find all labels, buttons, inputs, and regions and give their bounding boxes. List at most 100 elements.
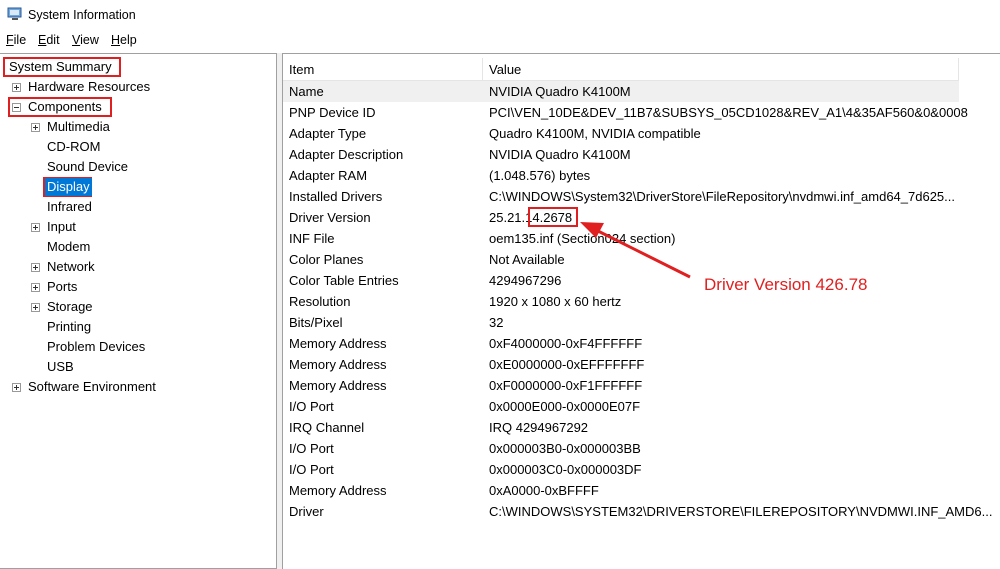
tree-item-network[interactable]: Network: [0, 258, 270, 276]
cell-item: I/O Port: [289, 399, 334, 414]
cell-item: I/O Port: [289, 441, 334, 456]
cell-item: Memory Address: [289, 483, 387, 498]
table-row[interactable]: Adapter Type Quadro K4100M, NVIDIA compat…: [283, 123, 959, 144]
table-row[interactable]: Adapter Description NVIDIA Quadro K4100M: [283, 144, 959, 165]
tree-item-usb[interactable]: USB: [0, 358, 270, 376]
system-information-icon: [7, 7, 22, 20]
cell-item: Adapter Type: [289, 126, 367, 141]
cell-item: I/O Port: [289, 462, 334, 477]
cell-item: Installed Drivers: [289, 189, 383, 204]
cell-item: Memory Address: [289, 336, 387, 351]
column-header-item[interactable]: Item: [289, 62, 314, 77]
cell-value: 0xE0000000-0xEFFFFFFF: [489, 357, 645, 372]
tree-item-components[interactable]: Components: [0, 98, 270, 116]
cell-item: Name: [289, 84, 324, 99]
tree-item-multimedia[interactable]: Multimedia: [0, 118, 270, 136]
cell-item: Driver: [289, 504, 324, 519]
tree-item-input[interactable]: Input: [0, 218, 270, 236]
table-row[interactable]: Driver C:\WINDOWS\SYSTEM32\DRIVERSTORE\FI…: [283, 501, 992, 522]
table-row[interactable]: Memory Address 0xE0000000-0xEFFFFFFF: [283, 354, 959, 375]
cell-item: Memory Address: [289, 378, 387, 393]
tree-item-hardware-resources[interactable]: Hardware Resources: [0, 78, 270, 96]
collapse-icon[interactable]: [12, 103, 21, 112]
table-row[interactable]: I/O Port 0x000003B0-0x000003BB: [283, 438, 959, 459]
table-row[interactable]: INF File oem135.inf (Section024 section): [283, 228, 959, 249]
cell-item: Driver Version: [289, 210, 371, 225]
cell-value: 4294967296: [489, 273, 562, 288]
expand-icon[interactable]: [12, 83, 21, 92]
cell-value: (1.048.576) bytes: [489, 168, 591, 183]
table-row[interactable]: Installed Drivers C:\WINDOWS\System32\Dri…: [283, 186, 959, 207]
expand-icon[interactable]: [12, 383, 21, 392]
cell-value: C:\WINDOWS\System32\DriverStore\FileRepo…: [489, 189, 955, 204]
cell-item: Color Planes: [289, 252, 364, 267]
tree-item-modem[interactable]: Modem: [0, 238, 270, 256]
cell-value: Quadro K4100M, NVIDIA compatible: [489, 126, 701, 141]
tree-item-ports[interactable]: Ports: [0, 278, 270, 296]
cell-value: Not Available: [489, 252, 565, 267]
expand-icon[interactable]: [31, 283, 40, 292]
tree-item-sound-device[interactable]: Sound Device: [0, 158, 270, 176]
cell-value: 0x000003B0-0x000003BB: [489, 441, 641, 456]
cell-item: Resolution: [289, 294, 351, 309]
cell-value: 0x0000E000-0x0000E07F: [489, 399, 641, 414]
table-row[interactable]: Name NVIDIA Quadro K4100M: [283, 81, 959, 102]
table-row[interactable]: Adapter RAM (1.048.576) bytes: [283, 165, 959, 186]
expand-icon[interactable]: [31, 303, 40, 312]
menu-bar: File Edit View Help: [0, 30, 1000, 50]
table-row[interactable]: Color Planes Not Available: [283, 249, 959, 270]
tree-item-software-environment[interactable]: Software Environment: [0, 378, 270, 396]
expand-icon[interactable]: [31, 263, 40, 272]
annotation-label: Driver Version 426.78: [704, 275, 868, 294]
menu-help[interactable]: Help: [111, 33, 137, 47]
cell-value: NVIDIA Quadro K4100M: [489, 147, 631, 162]
tree-item-printing[interactable]: Printing: [0, 318, 270, 336]
cell-value: PCI\VEN_10DE&DEV_11B7&SUBSYS_05CD1028&RE…: [489, 105, 968, 120]
column-divider[interactable]: [482, 58, 483, 80]
cell-item: Color Table Entries: [289, 273, 399, 288]
cell-value: C:\WINDOWS\SYSTEM32\DRIVERSTORE\FILEREPO…: [489, 504, 993, 519]
cell-item: PNP Device ID: [289, 105, 376, 120]
tree-item-display[interactable]: Display: [0, 178, 270, 196]
table-row[interactable]: PNP Device ID PCI\VEN_10DE&DEV_11B7&SUBSY…: [283, 102, 968, 123]
table-row[interactable]: Memory Address 0xF0000000-0xF1FFFFFF: [283, 375, 959, 396]
table-row[interactable]: I/O Port 0x0000E000-0x0000E07F: [283, 396, 959, 417]
tree-item-cd-rom[interactable]: CD-ROM: [0, 138, 270, 156]
cell-item: INF File: [289, 231, 335, 246]
cell-item: Memory Address: [289, 357, 387, 372]
table-row[interactable]: Memory Address 0xF4000000-0xF4FFFFFF: [283, 333, 959, 354]
table-row[interactable]: IRQ Channel IRQ 4294967292: [283, 417, 959, 438]
expand-icon[interactable]: [31, 123, 40, 132]
category-tree[interactable]: System Summary Hardware Resources Compon…: [0, 53, 277, 569]
tree-item-storage[interactable]: Storage: [0, 298, 270, 316]
cell-value: 32: [489, 315, 504, 330]
menu-file[interactable]: File: [6, 33, 26, 47]
cell-value: 0xF0000000-0xF1FFFFFF: [489, 378, 643, 393]
column-header-value[interactable]: Value: [489, 62, 521, 77]
menu-edit[interactable]: Edit: [38, 33, 60, 47]
highlight-box-driver-version: [528, 207, 578, 227]
cell-value: IRQ 4294967292: [489, 420, 589, 435]
cell-value: 1920 x 1080 x 60 hertz: [489, 294, 622, 309]
window-title: System Information: [28, 8, 136, 22]
cell-value: oem135.inf (Section024 section): [489, 231, 676, 246]
menu-view[interactable]: View: [72, 33, 99, 47]
cell-item: IRQ Channel: [289, 420, 365, 435]
title-bar: System Information: [0, 0, 1000, 30]
cell-item: Bits/Pixel: [289, 315, 343, 330]
column-divider[interactable]: [958, 58, 959, 80]
list-header: Item Value: [283, 58, 959, 81]
tree-item-problem-devices[interactable]: Problem Devices: [0, 338, 270, 356]
cell-value: 0xA0000-0xBFFFF: [489, 483, 599, 498]
table-row[interactable]: Bits/Pixel 32: [283, 312, 959, 333]
cell-value: 0xF4000000-0xF4FFFFFF: [489, 336, 643, 351]
tree-item-infrared[interactable]: Infrared: [0, 198, 270, 216]
cell-value: 0x000003C0-0x000003DF: [489, 462, 642, 477]
details-list[interactable]: Item Value Name NVIDIA Quadro K4100M PNP D…: [282, 53, 1000, 569]
expand-icon[interactable]: [31, 223, 40, 232]
cell-item: Adapter Description: [289, 147, 404, 162]
table-row[interactable]: I/O Port 0x000003C0-0x000003DF: [283, 459, 959, 480]
table-row[interactable]: Memory Address 0xA0000-0xBFFFF: [283, 480, 959, 501]
table-row[interactable]: Driver Version 25.21.14.2678: [283, 207, 959, 228]
cell-item: Adapter RAM: [289, 168, 368, 183]
